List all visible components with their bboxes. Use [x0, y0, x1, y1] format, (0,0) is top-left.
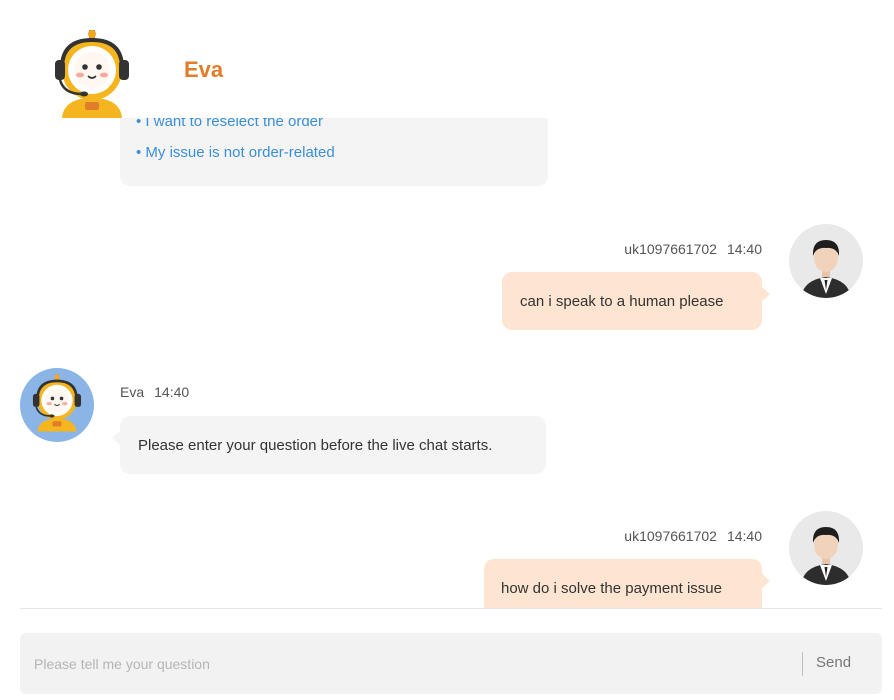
divider: [20, 608, 882, 609]
bot-avatar: [20, 368, 94, 442]
message-input-bar: Send: [20, 633, 882, 694]
message-text: Please enter your question before the li…: [138, 437, 493, 454]
sender-name: uk1097661702: [624, 528, 717, 544]
send-separator: [802, 652, 803, 676]
user-avatar: [789, 511, 863, 585]
message-time: 14:40: [726, 241, 762, 257]
message-text: can i speak to a human please: [520, 293, 724, 310]
robot-headset-icon: [31, 373, 83, 433]
chat-message-list[interactable]: • I want to reselect the order • My issu…: [0, 118, 894, 608]
user-message-bubble: how do i solve the payment issue: [484, 559, 770, 608]
bot-message-bubble: Please enter your question before the li…: [112, 416, 546, 474]
send-button[interactable]: Send: [816, 654, 851, 671]
user-avatar: [789, 224, 863, 298]
message-meta: uk1097661702 14:40: [624, 528, 762, 544]
chat-header: Eva: [0, 0, 894, 118]
option-reselect-order[interactable]: • I want to reselect the order: [136, 118, 323, 130]
message-meta: Eva 14:40: [120, 384, 189, 400]
message-time: 14:40: [726, 528, 762, 544]
option-not-order-related[interactable]: • My issue is not order-related: [136, 144, 335, 161]
agent-name-title: Eva: [184, 57, 224, 82]
sender-name: uk1097661702: [624, 241, 717, 257]
message-text: how do i solve the payment issue: [501, 580, 722, 597]
message-time: 14:40: [154, 384, 190, 400]
sender-name: Eva: [120, 384, 145, 400]
message-meta: uk1097661702 14:40: [624, 241, 762, 257]
bot-options-bubble: • I want to reselect the order • My issu…: [120, 118, 548, 186]
user-message-bubble: can i speak to a human please: [502, 272, 770, 330]
robot-headset-icon: [52, 30, 132, 118]
question-input[interactable]: [32, 651, 796, 677]
